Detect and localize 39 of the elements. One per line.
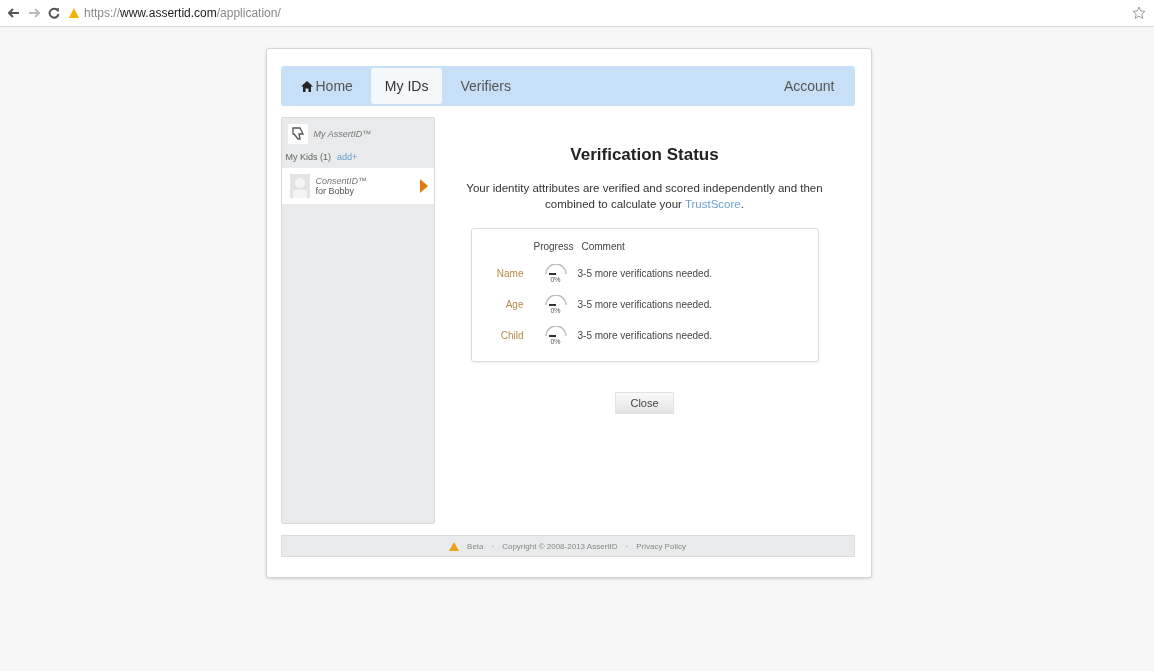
attribute-label: Child [499,330,525,342]
back-icon[interactable] [8,8,20,18]
avatar-icon [289,174,310,198]
privacy-link[interactable]: Privacy Policy [636,541,686,551]
column-header: Comment [580,241,626,253]
address-bar[interactable]: https://www.assertid.com/application/ [84,6,281,20]
close-button[interactable]: Close [615,392,674,415]
kids-label: My Kids (1) [285,152,331,162]
trustscore-link[interactable]: TrustScore [684,197,741,210]
arrow-icon [419,179,428,193]
sidebar-title: My AssertID™ [313,129,372,139]
beta-label: Beta [467,541,484,551]
gauge-icon [543,326,568,339]
comment-text: 3-5 more verifications needed. [577,330,714,342]
item-subtitle: for Bobby [315,186,356,196]
gauge-icon [543,264,568,277]
thumbs-down-icon [287,124,308,144]
nav-tab[interactable]: My IDs [370,68,443,104]
nav-tab[interactable]: Home [286,68,367,104]
star-icon[interactable] [1132,6,1146,20]
page-title: Verification Status [570,145,719,165]
item-title: ConsentID™ [315,176,369,186]
nav-tab[interactable]: Verifiers [446,68,525,104]
gauge-icon [543,295,568,308]
account-tab[interactable]: Account [769,68,849,104]
comment-text: 3-5 more verifications needed. [577,299,714,311]
comment-text: 3-5 more verifications needed. [577,268,714,280]
attribute-label: Age [504,299,525,311]
column-header: Progress [533,241,575,253]
copyright-text: Copyright © 2008-2013 AssertID [502,541,618,551]
separator-dot: · [491,541,495,551]
lock-warning-icon [68,7,80,19]
reload-icon[interactable] [48,7,60,19]
sidebar-item[interactable]: ConsentID™ for Bobby [281,168,434,204]
home-icon [300,80,313,92]
attribute-label: Name [495,268,525,280]
separator-dot: · [625,541,629,551]
intro-text: Your identity attributes are verified and scored independently and then combined to calculate your TrustScore. [465,181,824,212]
warning-icon [449,541,460,551]
